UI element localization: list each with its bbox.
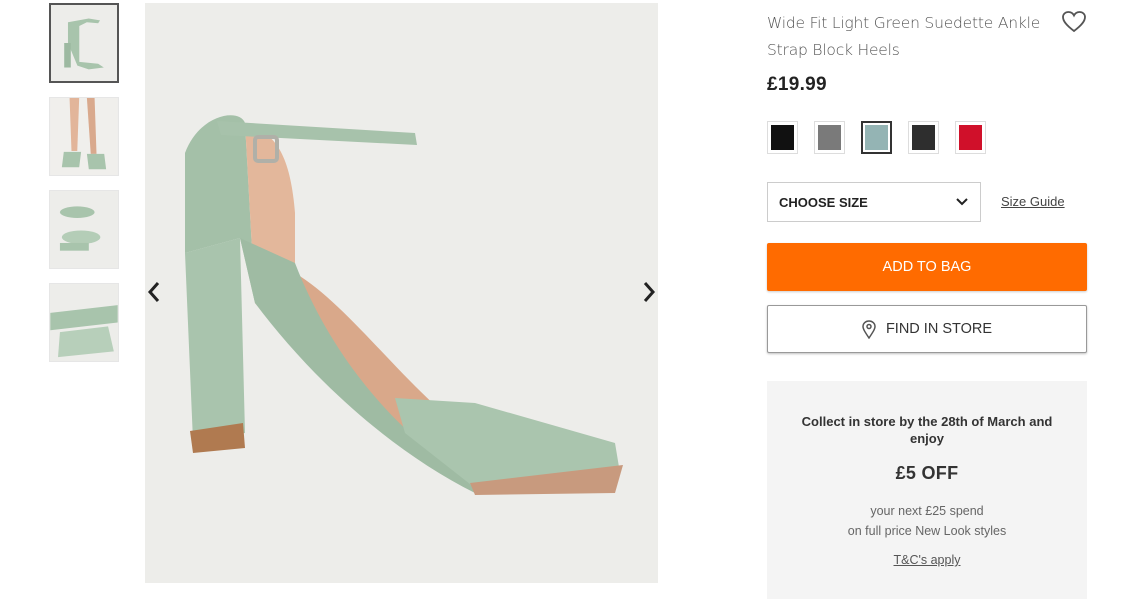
add-to-bag-button[interactable]: ADD TO BAG: [767, 243, 1087, 291]
collect-promo-box: Collect in store by the 28th of March an…: [767, 381, 1087, 599]
product-title: Wide Fit Light Green Suedette Ankle Stra…: [767, 14, 1041, 59]
shoe-top-image: [50, 191, 118, 268]
promo-details: your next £25 spend on full price New Lo…: [767, 501, 1087, 541]
thumbnail-1[interactable]: [49, 3, 119, 83]
prev-image-button[interactable]: [142, 278, 166, 306]
find-in-store-label: FIND IN STORE: [885, 321, 993, 337]
swatch-red[interactable]: [955, 121, 986, 154]
swatch-color: [959, 125, 982, 150]
size-row: CHOOSE SIZE Size Guide: [767, 182, 1087, 222]
swatch-color: [865, 125, 888, 150]
color-swatches: [767, 121, 986, 154]
shoe-detail-image: [50, 284, 118, 361]
size-select-label: CHOOSE SIZE: [779, 194, 868, 210]
promo-offer: £5 OFF: [895, 463, 959, 483]
promo-line-2: on full price New Look styles: [847, 524, 1007, 538]
find-in-store-button[interactable]: FIND IN STORE: [767, 305, 1087, 353]
next-image-button[interactable]: [637, 278, 661, 306]
shoe-image: [145, 3, 658, 583]
swatch-light-green[interactable]: [861, 121, 892, 154]
swatch-black[interactable]: [767, 121, 798, 154]
swatch-dark-grey[interactable]: [908, 121, 939, 154]
thumbnail-4[interactable]: [49, 283, 119, 362]
swatch-color: [771, 125, 794, 150]
main-product-image: [145, 3, 658, 583]
thumbnail-3[interactable]: [49, 190, 119, 269]
location-pin-icon: [862, 319, 876, 339]
promo-heading: Collect in store by the 28th of March an…: [801, 414, 1053, 446]
chevron-right-icon: [643, 282, 656, 302]
thumbnail-2[interactable]: [49, 97, 119, 176]
product-price: £19.99: [767, 74, 827, 95]
chevron-down-icon: [956, 198, 968, 206]
size-guide-link[interactable]: Size Guide: [1001, 194, 1065, 209]
thumbnail-list: [49, 3, 121, 376]
shoe-worn-image: [50, 98, 118, 175]
wishlist-button[interactable]: [1061, 10, 1087, 34]
swatch-color: [818, 125, 841, 150]
promo-line-1: your next £25 spend: [870, 504, 984, 518]
terms-link[interactable]: T&C's apply: [767, 553, 1087, 567]
heart-icon: [1062, 11, 1086, 33]
shoe-side-image: [51, 5, 117, 81]
swatch-grey[interactable]: [814, 121, 845, 154]
size-select[interactable]: CHOOSE SIZE: [767, 182, 981, 222]
chevron-left-icon: [147, 282, 160, 302]
swatch-color: [912, 125, 935, 150]
